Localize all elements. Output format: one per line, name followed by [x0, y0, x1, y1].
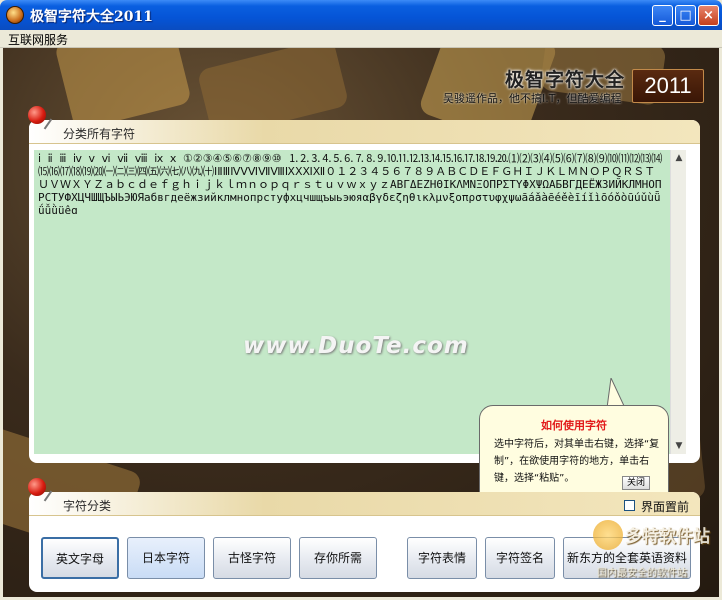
corner-logo-text: 多特软件站	[625, 527, 710, 547]
window-title: 极智字符大全2011	[30, 9, 153, 25]
watermark: www.DuoTe.com	[243, 333, 469, 359]
character-text[interactable]: ⅰ ⅱ ⅲ ⅳ ⅴ ⅵ ⅶ ⅷ ⅸ ⅹ ①②③④⑤⑥⑦⑧⑨⑩ ⒈⒉⒊⒋⒌⒍⒎⒏⒐…	[34, 150, 670, 219]
characters-panel-title: 分类所有字符	[63, 127, 136, 141]
pushpin-icon	[28, 106, 46, 124]
english-letters-button[interactable]: 英文字母	[41, 537, 119, 579]
scroll-up-icon[interactable]: ▲	[671, 150, 687, 166]
title-bar[interactable]: 极智字符大全2011 _ □ ×	[0, 0, 722, 30]
character-signature-button[interactable]: 字符签名	[485, 537, 555, 579]
main-background: 极智字符大全 吴骏遥作品，他不搞I.T，但酷爱编程 2011 分类所有字符 ⅰ …	[3, 48, 719, 597]
logo-sun-icon	[593, 520, 623, 550]
japanese-characters-button[interactable]: 日本字符	[127, 537, 205, 579]
menu-internet-services[interactable]: 互联网服务	[8, 31, 68, 48]
help-title: 如何使用字符	[541, 419, 607, 432]
category-panel-title: 字符分类	[63, 499, 112, 513]
weird-characters-button[interactable]: 古怪字符	[213, 537, 291, 579]
brand-year-badge: 2011	[632, 69, 704, 103]
maximize-button[interactable]: □	[675, 5, 696, 26]
category-panel-header: 字符分类 界面置前	[29, 492, 700, 516]
menu-bar: 互联网服务	[0, 30, 722, 48]
vertical-scrollbar[interactable]: ▲ ▼	[670, 150, 686, 454]
corner-logo-subtext: 国内最安全的软件站	[597, 568, 687, 579]
help-close-button[interactable]: 关闭	[622, 476, 650, 490]
character-emoticons-button[interactable]: 字符表情	[407, 537, 477, 579]
scroll-down-icon[interactable]: ▼	[671, 438, 687, 454]
topmost-checkbox[interactable]	[624, 500, 635, 511]
saved-characters-button[interactable]: 存你所需	[299, 537, 377, 579]
pushpin-icon-bottom	[28, 478, 46, 496]
close-button[interactable]: ×	[698, 5, 719, 26]
topmost-label[interactable]: 界面置前	[641, 498, 689, 515]
brand-title: 极智字符大全	[505, 69, 626, 91]
characters-panel-header: 分类所有字符	[29, 120, 700, 144]
corner-logo: 多特软件站 国内最安全的软件站	[585, 518, 722, 600]
minimize-button[interactable]: _	[652, 5, 673, 26]
app-icon[interactable]	[6, 6, 24, 24]
brand-subtitle: 吴骏遥作品，他不搞I.T，但酷爱编程	[443, 92, 622, 105]
